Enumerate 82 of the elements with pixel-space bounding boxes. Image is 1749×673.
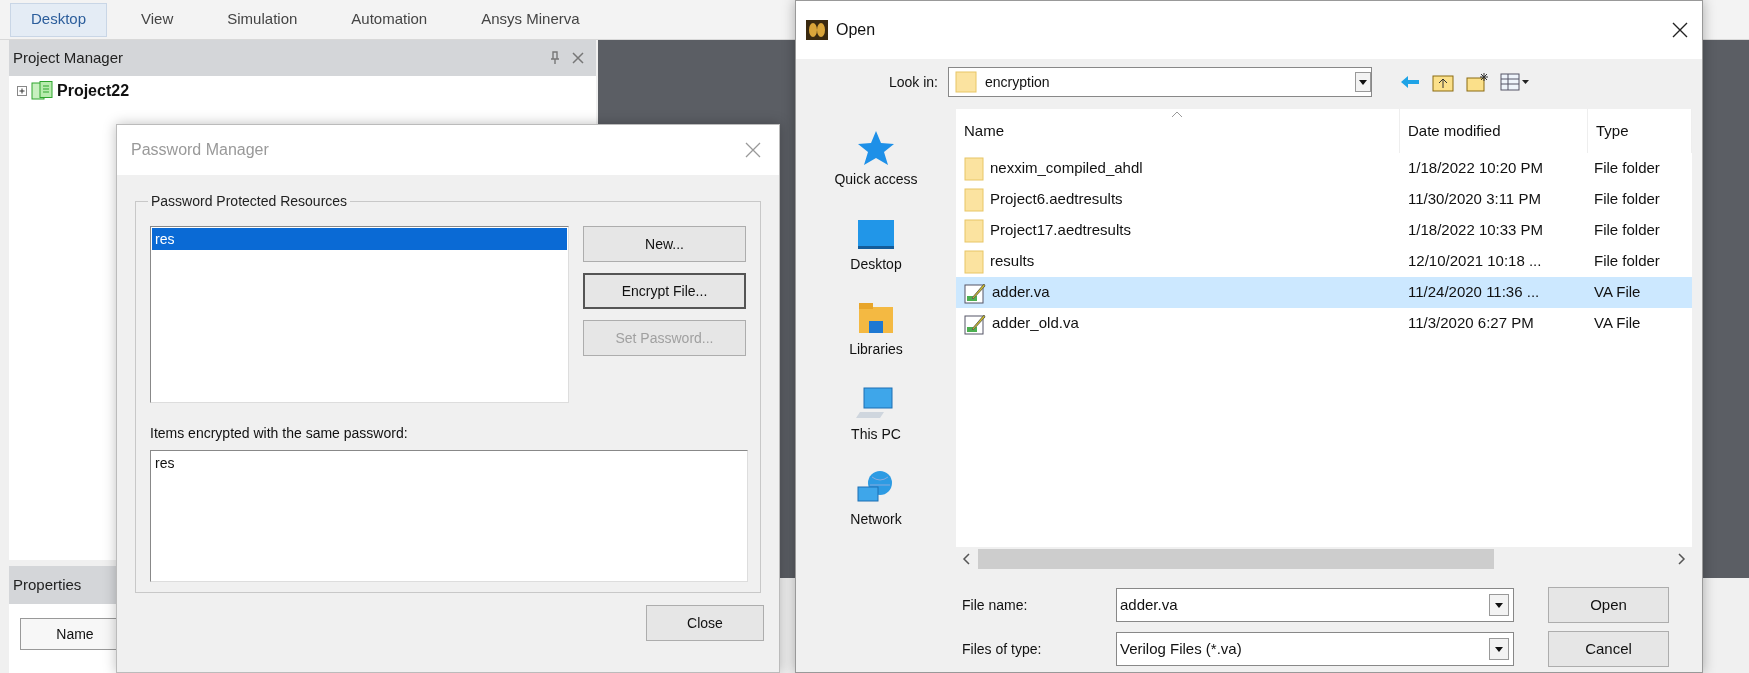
close-button[interactable]: Close <box>646 605 764 641</box>
ribbon-tab[interactable]: Ansys Minerva <box>461 2 600 37</box>
field-label: Look in: <box>887 72 939 92</box>
folder-icon <box>964 156 984 181</box>
file-row[interactable]: adder_old.va 11/3/2020 6:27 PM VA File <box>956 308 1692 339</box>
file-type: VA File <box>1593 313 1642 334</box>
file-type: VA File <box>1593 282 1642 303</box>
folder-icon <box>955 71 977 93</box>
file-date: 11/3/2020 6:27 PM <box>1407 313 1535 334</box>
ribbon-tab[interactable]: Desktop <box>10 2 108 37</box>
look-in-dropdown[interactable]: encryption <box>948 67 1372 97</box>
items-field[interactable]: res <box>150 450 748 582</box>
list-item[interactable]: res <box>152 228 567 250</box>
place-item[interactable]: Desktop <box>816 204 936 285</box>
file-name-field[interactable]: adder.va <box>1116 588 1514 622</box>
file-type: File folder <box>1593 251 1661 272</box>
tree-item[interactable]: Project22 <box>57 79 130 103</box>
file-type: File folder <box>1593 220 1661 241</box>
dropdown-value: encryption <box>985 72 1051 92</box>
star-icon <box>856 129 896 167</box>
column-header[interactable]: Name <box>956 109 1400 153</box>
file-name: adder.va <box>992 282 1050 303</box>
file-type: File folder <box>1593 189 1661 210</box>
scrollbar-thumb[interactable] <box>978 549 1494 569</box>
place-item[interactable]: Libraries <box>816 289 936 370</box>
file-type-dropdown[interactable]: Verilog Files (*.va) <box>1116 632 1514 666</box>
folder-icon <box>964 187 984 212</box>
pin-icon <box>550 51 560 65</box>
up-folder-icon <box>1432 72 1454 92</box>
file-date: 1/18/2022 10:33 PM <box>1407 220 1545 241</box>
cancel-button[interactable]: Cancel <box>1548 631 1669 667</box>
field-label: Files of type: <box>962 639 1043 659</box>
file-date: 11/30/2020 3:11 PM <box>1407 189 1542 210</box>
field-text: res <box>155 454 176 473</box>
ribbon-tab[interactable]: View <box>121 2 194 37</box>
window-title: Password Manager <box>131 140 269 160</box>
window-title: Open <box>836 20 876 40</box>
column-header[interactable]: Date modified <box>1400 109 1588 153</box>
file-name: adder_old.va <box>992 313 1079 334</box>
field-label: File name: <box>962 595 1029 615</box>
close-icon <box>1672 22 1688 38</box>
dialog-button[interactable]: Encrypt File... <box>583 273 746 309</box>
document-icon <box>964 312 986 335</box>
project-icon <box>31 81 53 101</box>
new-folder-icon <box>1466 72 1488 92</box>
file-name: Project17.aedtresults <box>990 220 1131 241</box>
expand-icon[interactable] <box>17 86 27 96</box>
folder-icon <box>964 218 984 243</box>
file-type: File folder <box>1593 158 1661 179</box>
app-icon <box>806 20 828 40</box>
file-row[interactable]: Project17.aedtresults 1/18/2022 10:33 PM File folder <box>956 215 1692 246</box>
panel-title: Properties <box>13 574 82 595</box>
file-name: nexxim_compiled_ahdl <box>990 158 1143 179</box>
resource-list[interactable]: res <box>150 226 569 403</box>
file-row[interactable]: nexxim_compiled_ahdl 1/18/2022 10:20 PM File folder <box>956 153 1692 184</box>
scroll-right-icon <box>1678 553 1686 565</box>
field-label: Items encrypted with the same password: <box>150 424 409 443</box>
file-row[interactable]: Project6.aedtresults 11/30/2020 3:11 PM File folder <box>956 184 1692 215</box>
ribbon-tab[interactable]: Automation <box>331 2 448 37</box>
file-date: 12/10/2021 10:18 ... <box>1407 251 1543 272</box>
file-row[interactable]: results 12/10/2021 10:18 ... File folder <box>956 246 1692 277</box>
place-item[interactable]: Network <box>816 459 936 540</box>
open-button[interactable]: Open <box>1548 587 1669 623</box>
panel-title: Project Manager <box>13 47 124 68</box>
column-header[interactable]: Type <box>1588 109 1692 153</box>
file-list[interactable] <box>956 109 1692 571</box>
back-arrow-icon <box>1400 75 1420 89</box>
file-name: results <box>990 251 1035 272</box>
file-name: Project6.aedtresults <box>990 189 1123 210</box>
dialog-button[interactable]: New... <box>583 226 746 262</box>
file-date: 1/18/2022 10:20 PM <box>1407 158 1545 179</box>
scroll-left-icon <box>962 553 970 565</box>
close-icon <box>572 52 584 64</box>
close-icon <box>745 142 761 158</box>
view-menu-icon <box>1500 73 1530 91</box>
ribbon-tab[interactable]: Simulation <box>207 2 318 37</box>
file-row[interactable]: adder.va 11/24/2020 11:36 ... VA File <box>956 277 1692 308</box>
place-item[interactable]: This PC <box>816 374 936 455</box>
document-icon <box>964 281 986 304</box>
file-date: 11/24/2020 11:36 ... <box>1407 282 1541 303</box>
folder-icon <box>964 249 984 274</box>
place-item[interactable]: Quick access <box>816 119 936 200</box>
